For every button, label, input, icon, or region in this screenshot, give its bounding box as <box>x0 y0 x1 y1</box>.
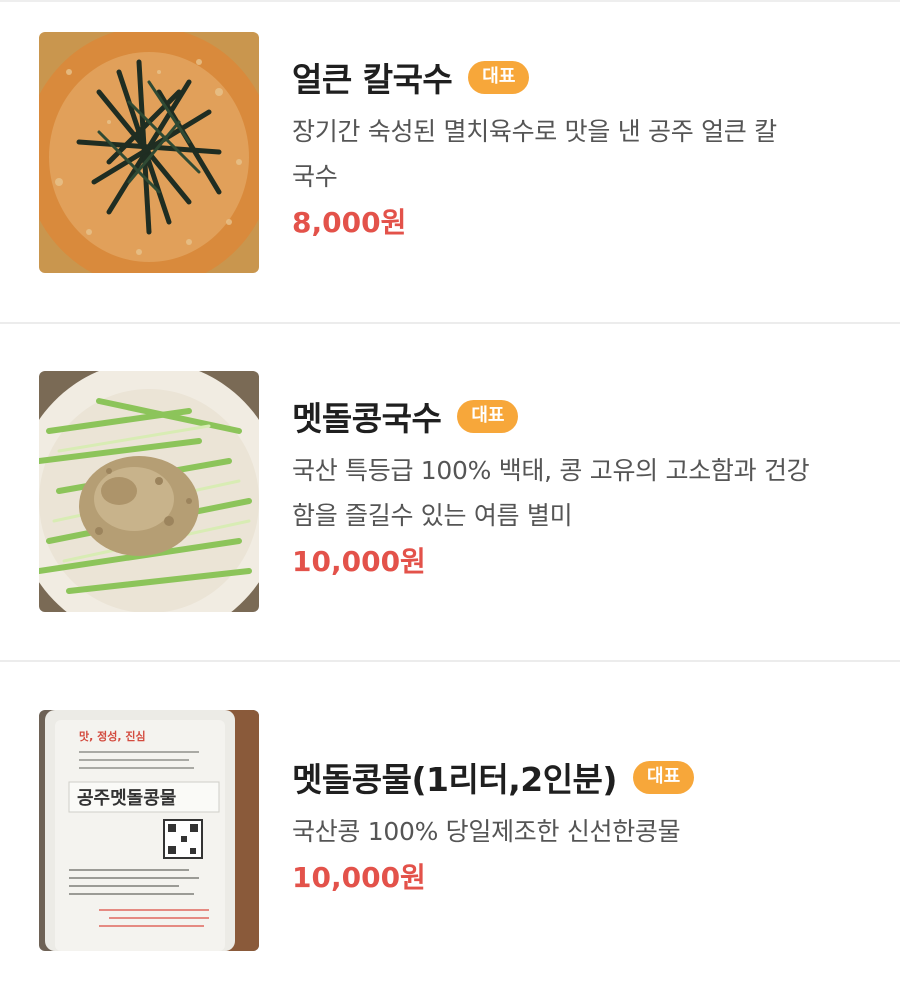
menu-item-title: 멧돌콩물(1리터,2인분) <box>292 760 618 799</box>
bottle-label-top: 맛, 정성, 진심 <box>79 729 146 743</box>
menu-item-spicy-kalguksu[interactable]: 얼큰 칼국수 대표 장기간 숙성된 멸치육수로 맛을 낸 공주 얼큰 칼 국수 … <box>0 0 900 322</box>
menu-item-soy-milk[interactable]: 맛, 정성, 진심 공주멧돌콩물 멧돌콩물(1리터,2인분) 대표 국산콩 10… <box>0 662 900 996</box>
menu-item-price: 10,000원 <box>292 545 426 578</box>
menu-item-title: 얼큰 칼국수 <box>292 60 453 99</box>
spicy-noodle-photo <box>39 32 259 273</box>
menu-item-price: 8,000원 <box>292 206 407 239</box>
signature-badge: 대표 <box>468 60 530 94</box>
bottle-label-title: 공주멧돌콩물 <box>77 788 176 809</box>
menu-item-description-line1: 국산 특등급 100% 백태, 콩 고유의 고소함과 건강 <box>292 456 810 485</box>
signature-badge: 대표 <box>457 399 519 433</box>
menu-item-description-line1: 국산콩 100% 당일제조한 신선한콩물 <box>292 817 681 846</box>
menu-item-description-line2: 국수 <box>292 162 338 191</box>
signature-badge: 대표 <box>633 760 695 794</box>
menu-item-description-line2: 함을 즐길수 있는 여름 별미 <box>292 501 573 530</box>
menu-item-description-line1: 장기간 숙성된 멸치육수로 맛을 낸 공주 얼큰 칼 <box>292 117 777 146</box>
menu-item-title: 멧돌콩국수 <box>292 399 442 438</box>
menu-item-price: 10,000원 <box>292 861 426 894</box>
soy-noodle-photo <box>39 371 259 612</box>
soy-milk-bottle-photo: 맛, 정성, 진심 공주멧돌콩물 <box>39 710 259 951</box>
menu-item-soy-noodle[interactable]: 멧돌콩국수 대표 국산 특등급 100% 백태, 콩 고유의 고소함과 건강 함… <box>0 324 900 660</box>
